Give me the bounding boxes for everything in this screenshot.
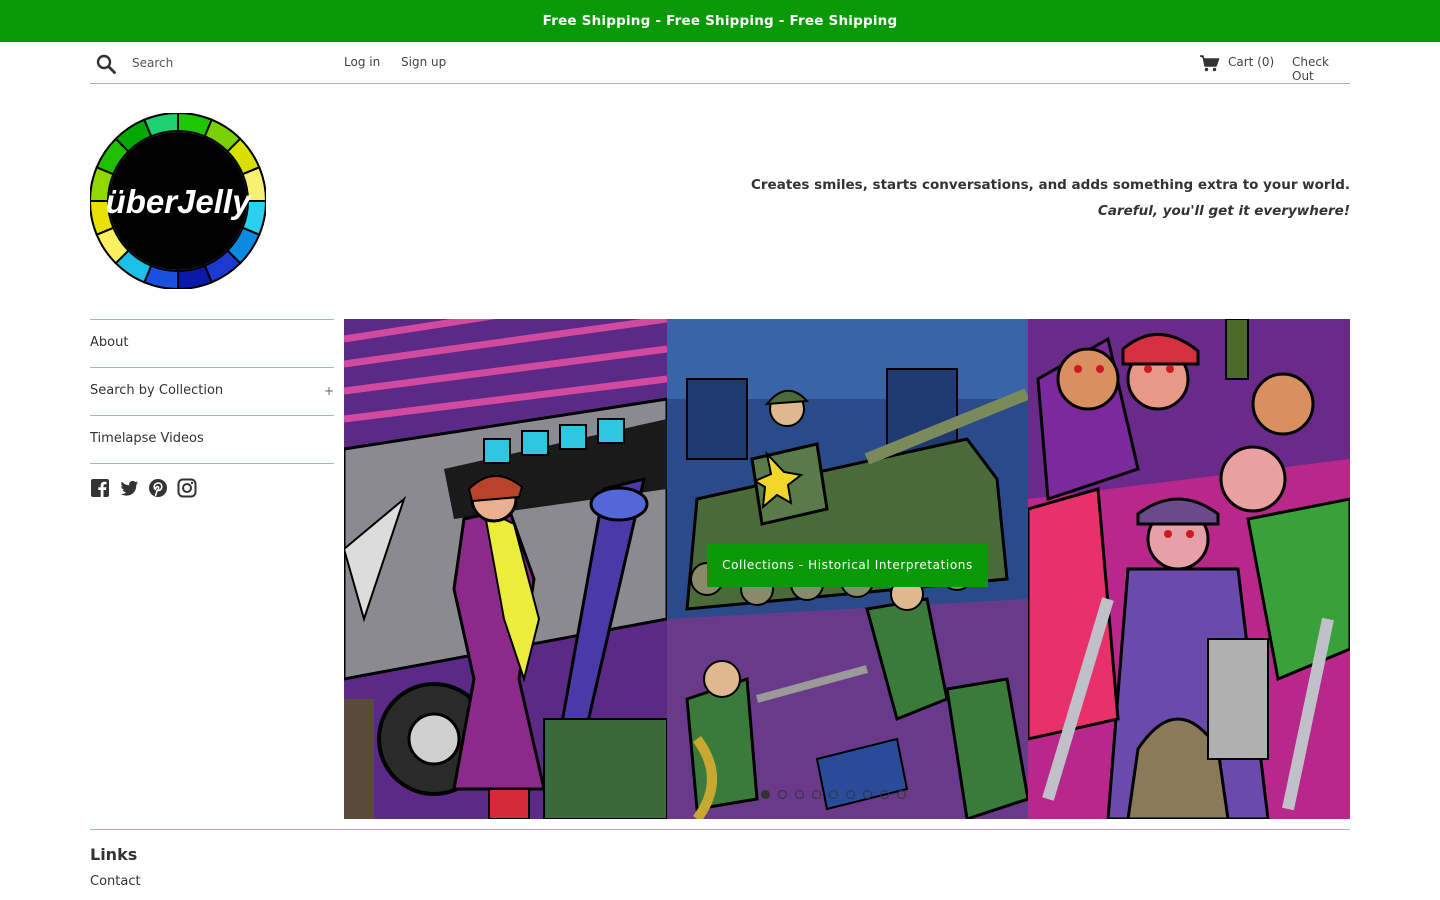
tagline-line1: Creates smiles, starts conversations, an… [750, 177, 1350, 193]
facebook-icon[interactable] [90, 478, 110, 498]
slider-dot[interactable] [846, 790, 855, 799]
twitter-icon[interactable] [119, 478, 139, 498]
slider-dot[interactable] [761, 790, 770, 799]
sidebar-item-search-by-collection[interactable]: Search by Collection + [90, 368, 334, 416]
logo-graphic: überJelly [88, 111, 268, 291]
footer: Links Contact [90, 829, 1350, 889]
search-input[interactable] [132, 53, 332, 73]
slider-dot[interactable] [863, 790, 872, 799]
collection-cta-button[interactable]: Collections - Historical Interpretations [707, 544, 988, 587]
top-bar: Log in Sign up Cart (0) Check Out [90, 42, 1350, 84]
instagram-icon[interactable] [177, 478, 197, 498]
sidebar-nav: About Search by Collection + Timelapse V… [90, 319, 334, 464]
sidebar-item-about[interactable]: About [90, 320, 334, 368]
sidebar-item-label: Search by Collection [90, 383, 224, 398]
expand-icon[interactable]: + [324, 368, 334, 414]
logo-text: überJelly [106, 183, 253, 220]
pinterest-icon[interactable] [148, 478, 168, 498]
slider-dot[interactable] [897, 790, 906, 799]
login-link[interactable]: Log in [344, 55, 380, 69]
tagline-line2: Careful, you'll get it everywhere! [1097, 203, 1350, 219]
slider-dot[interactable] [812, 790, 821, 799]
slide-image-gangsters [1028, 319, 1350, 819]
sidebar-item-label: About [90, 335, 129, 350]
sidebar-item-timelapse-videos[interactable]: Timelapse Videos [90, 416, 334, 464]
slide-image-aviator [344, 319, 667, 819]
slider-dot[interactable] [795, 790, 804, 799]
footer-heading: Links [90, 845, 138, 864]
slider-dot[interactable] [829, 790, 838, 799]
checkout-link[interactable]: Check Out [1292, 55, 1350, 83]
hero-slider[interactable]: Collections - Historical Interpretations [344, 319, 1350, 819]
slider-dot[interactable] [778, 790, 787, 799]
footer-link-contact[interactable]: Contact [90, 874, 1350, 889]
announcement-bar: Free Shipping - Free Shipping - Free Shi… [0, 0, 1440, 42]
store-logo[interactable]: überJelly [88, 111, 268, 291]
slider-dot[interactable] [880, 790, 889, 799]
cart-icon[interactable] [1200, 55, 1220, 72]
search-icon[interactable] [96, 54, 116, 74]
signup-link[interactable]: Sign up [401, 55, 446, 69]
site-tagline: Creates smiles, starts conversations, an… [751, 177, 1350, 219]
sidebar-item-label: Timelapse Videos [90, 431, 204, 446]
cart-link[interactable]: Cart (0) [1228, 55, 1274, 69]
